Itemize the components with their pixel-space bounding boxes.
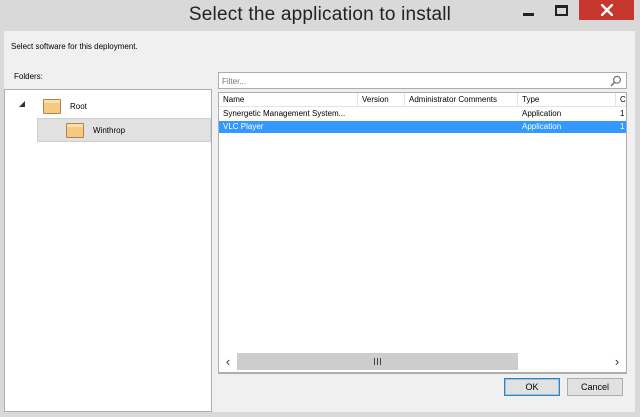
minimize-button[interactable] <box>513 0 543 20</box>
cell-extra: 1 <box>620 122 625 131</box>
tree-item-winthrop[interactable]: Winthrop <box>37 118 211 142</box>
cancel-button[interactable]: Cancel <box>567 378 623 396</box>
cell-type: Application <box>522 122 562 131</box>
column-header-extra[interactable]: C <box>616 93 626 107</box>
table-row[interactable]: VLC Player Application 1 <box>219 121 626 133</box>
cell-type: Application <box>522 109 562 118</box>
scroll-left-icon[interactable]: ‹ <box>219 351 237 372</box>
minimize-icon <box>522 12 534 16</box>
cell-version <box>358 121 405 133</box>
scroll-right-icon[interactable]: › <box>608 351 626 372</box>
application-list[interactable]: Name Version Administrator Comments Type… <box>218 92 627 374</box>
filter-box[interactable] <box>218 72 627 89</box>
list-header: Name Version Administrator Comments Type… <box>219 93 626 107</box>
dialog-subtitle: Select software for this deployment. <box>11 42 138 51</box>
cell-comments <box>405 108 518 120</box>
maximize-button[interactable] <box>544 0 578 20</box>
cell-extra: 1 <box>620 109 625 118</box>
folders-label: Folders: <box>14 72 43 81</box>
title-bar: Select the application to install <box>0 0 640 31</box>
grip-icon <box>374 358 381 365</box>
scrollbar-thumb[interactable] <box>237 353 518 370</box>
folder-icon <box>43 98 61 114</box>
column-header-version[interactable]: Version <box>358 93 405 107</box>
tree-item-root[interactable]: Root <box>43 94 87 118</box>
folder-icon <box>66 122 84 138</box>
folder-tree[interactable]: Root Winthrop <box>4 89 212 412</box>
cell-version <box>358 108 405 120</box>
expand-arrow-icon[interactable] <box>19 101 25 107</box>
close-icon <box>600 4 613 16</box>
cell-name: VLC Player <box>223 122 264 131</box>
filter-input[interactable] <box>222 75 602 87</box>
cell-name: Synergetic Management System... <box>223 109 346 118</box>
cell-comments <box>405 121 518 133</box>
ok-button[interactable]: OK <box>504 378 560 396</box>
column-header-type[interactable]: Type <box>518 93 616 107</box>
tree-item-label: Root <box>70 101 87 111</box>
maximize-icon <box>554 4 568 16</box>
column-header-name[interactable]: Name <box>219 93 358 107</box>
dialog-body: Select software for this deployment. Fol… <box>4 31 635 412</box>
search-icon[interactable] <box>610 75 622 87</box>
tree-item-label: Winthrop <box>93 125 126 135</box>
table-row[interactable]: Synergetic Management System... Applicat… <box>219 108 626 120</box>
horizontal-scrollbar[interactable]: ‹ › <box>218 351 627 373</box>
column-header-comments[interactable]: Administrator Comments <box>405 93 518 107</box>
close-button[interactable] <box>579 0 634 20</box>
